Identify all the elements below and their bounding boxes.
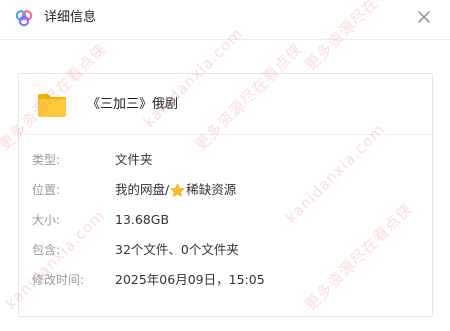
- location-path: 我的网盘/: [115, 182, 170, 197]
- detail-row-contains: 包含: 32个文件、0个文件夹: [19, 240, 432, 260]
- location-label: 位置:: [32, 183, 61, 197]
- dialog-title: 详细信息: [44, 10, 97, 25]
- size-label: 大小:: [32, 213, 61, 227]
- modified-value: 2025年06月09日，15:05: [115, 272, 265, 287]
- location-folder-name: 稀缺资源: [186, 182, 237, 197]
- detail-row-size: 大小: 13.68GB: [19, 210, 432, 230]
- size-value: 13.68GB: [115, 212, 170, 227]
- card-divider: [19, 134, 432, 135]
- folder-name: 《三加三》俄剧: [87, 97, 179, 112]
- contains-label: 包含:: [32, 243, 61, 257]
- close-icon[interactable]: [417, 10, 431, 24]
- folder-icon: [37, 92, 67, 118]
- app-logo-icon: [14, 8, 34, 28]
- star-icon: [170, 182, 185, 197]
- detail-row-modified: 修改时间: 2025年06月09日，15:05: [19, 270, 432, 290]
- modified-label: 修改时间:: [32, 273, 85, 287]
- detail-row-location: 位置: 我的网盘/ 稀缺资源: [19, 180, 432, 200]
- type-value: 文件夹: [115, 152, 153, 167]
- dialog-header: 详细信息: [0, 0, 450, 36]
- type-label: 类型:: [32, 153, 61, 167]
- close-button[interactable]: [413, 6, 435, 28]
- detail-row-type: 类型: 文件夹: [19, 150, 432, 170]
- location-value: 我的网盘/ 稀缺资源: [115, 180, 236, 200]
- contains-value: 32个文件、0个文件夹: [115, 242, 239, 257]
- details-card: 《三加三》俄剧 类型: 文件夹 位置: 我的网盘/ 稀缺资源 大小: 13.68…: [18, 73, 433, 317]
- header-divider: [0, 39, 450, 40]
